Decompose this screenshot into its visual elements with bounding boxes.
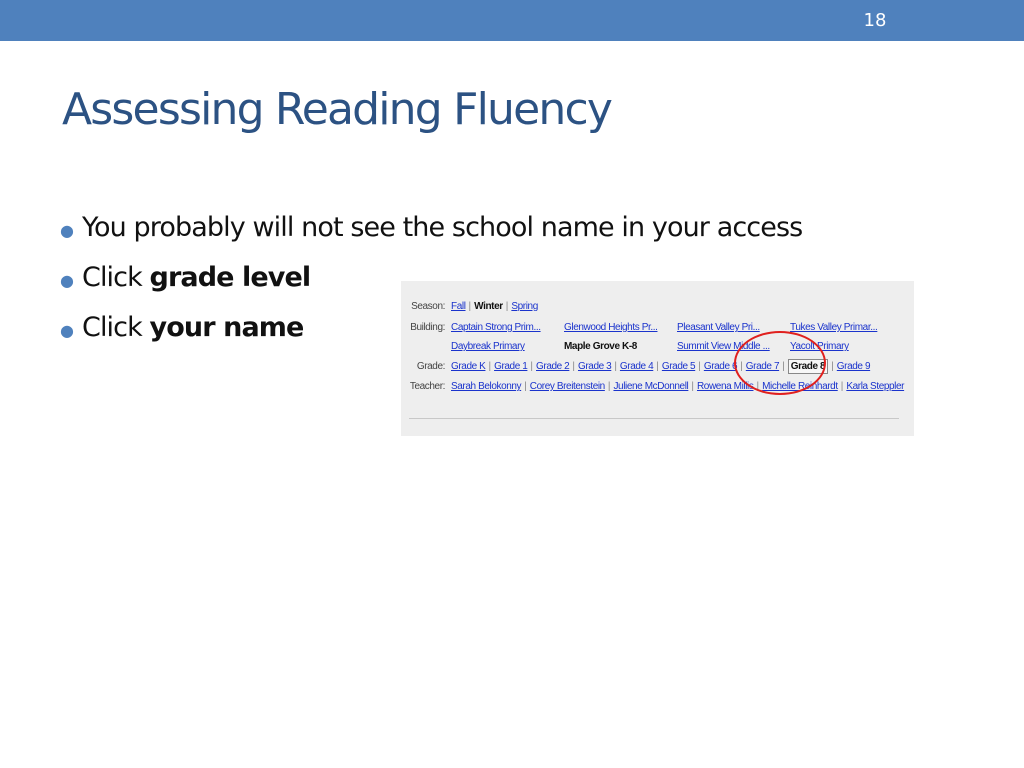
grade-link[interactable]: Grade 1: [494, 361, 528, 372]
bullet-text: You probably will not see the school nam…: [82, 212, 803, 243]
teacher-link[interactable]: Rowena Millis: [697, 381, 754, 392]
teacher-row: Sarah Belokonny | Corey Breitenstein | Julie…: [451, 381, 905, 392]
top-accent-bar: 18: [0, 0, 1024, 41]
bullet-bold-text: grade level: [149, 262, 312, 293]
teacher-link[interactable]: Michelle Reinhardt: [762, 381, 838, 392]
grade-link[interactable]: Grade 6: [704, 361, 738, 372]
season-link-fall[interactable]: Fall: [451, 301, 466, 312]
grade-label: Grade:: [416, 361, 446, 372]
season-link-spring[interactable]: Spring: [511, 301, 538, 312]
building-link[interactable]: Tukes Valley Primar...: [790, 322, 878, 333]
slide-title: Assessing Reading Fluency: [62, 84, 613, 135]
teacher-label: Teacher:: [409, 381, 446, 392]
teacher-link[interactable]: Juliene McDonnell: [613, 381, 688, 392]
grade-selected-button[interactable]: Grade 8: [787, 359, 829, 374]
bullet-dot-icon: ●: [60, 221, 74, 240]
bullet-text: Click: [82, 262, 150, 293]
grade-link[interactable]: Grade 4: [620, 361, 654, 372]
season-selected-winter: Winter: [474, 301, 503, 312]
grade-link[interactable]: Grade 2: [536, 361, 570, 372]
building-link[interactable]: Summit View Middle ...: [677, 341, 770, 352]
building-label: Building:: [410, 322, 445, 333]
grade-row: Grade K | Grade 1 | Grade 2 | Grade 3 | Grade 4 |…: [451, 359, 871, 374]
bullet-item: ● You probably will not see the school n…: [60, 212, 803, 262]
teacher-link[interactable]: Sarah Belokonny: [451, 381, 522, 392]
building-link[interactable]: Yacolt Primary: [790, 341, 849, 352]
building-link[interactable]: Daybreak Primary: [451, 341, 525, 352]
panel-divider: [409, 418, 899, 419]
filter-panel-screenshot: Season: Fall | Winter | Spring Building: Cap…: [401, 281, 914, 436]
bullet-dot-icon: ●: [60, 271, 74, 290]
teacher-link[interactable]: Karla Steppler: [846, 381, 904, 392]
grade-link[interactable]: Grade 3: [578, 361, 612, 372]
bullet-bold-text: your name: [149, 312, 305, 343]
building-link[interactable]: Glenwood Heights Pr...: [564, 322, 658, 333]
grade-link[interactable]: Grade 9: [837, 361, 871, 372]
bullet-dot-icon: ●: [60, 321, 74, 340]
building-link[interactable]: Captain Strong Prim...: [451, 322, 541, 333]
slide-number: 18: [863, 10, 887, 31]
building-link[interactable]: Pleasant Valley Pri...: [677, 322, 760, 333]
season-row: Fall | Winter | Spring: [451, 301, 538, 312]
bullet-text: Click: [82, 312, 150, 343]
grade-link[interactable]: Grade 5: [662, 361, 696, 372]
teacher-link[interactable]: Corey Breitenstein: [530, 381, 605, 392]
building-selected: Maple Grove K-8: [564, 341, 637, 352]
season-label: Season:: [411, 301, 445, 312]
grade-link[interactable]: Grade K: [451, 361, 486, 372]
grade-link[interactable]: Grade 7: [746, 361, 780, 372]
